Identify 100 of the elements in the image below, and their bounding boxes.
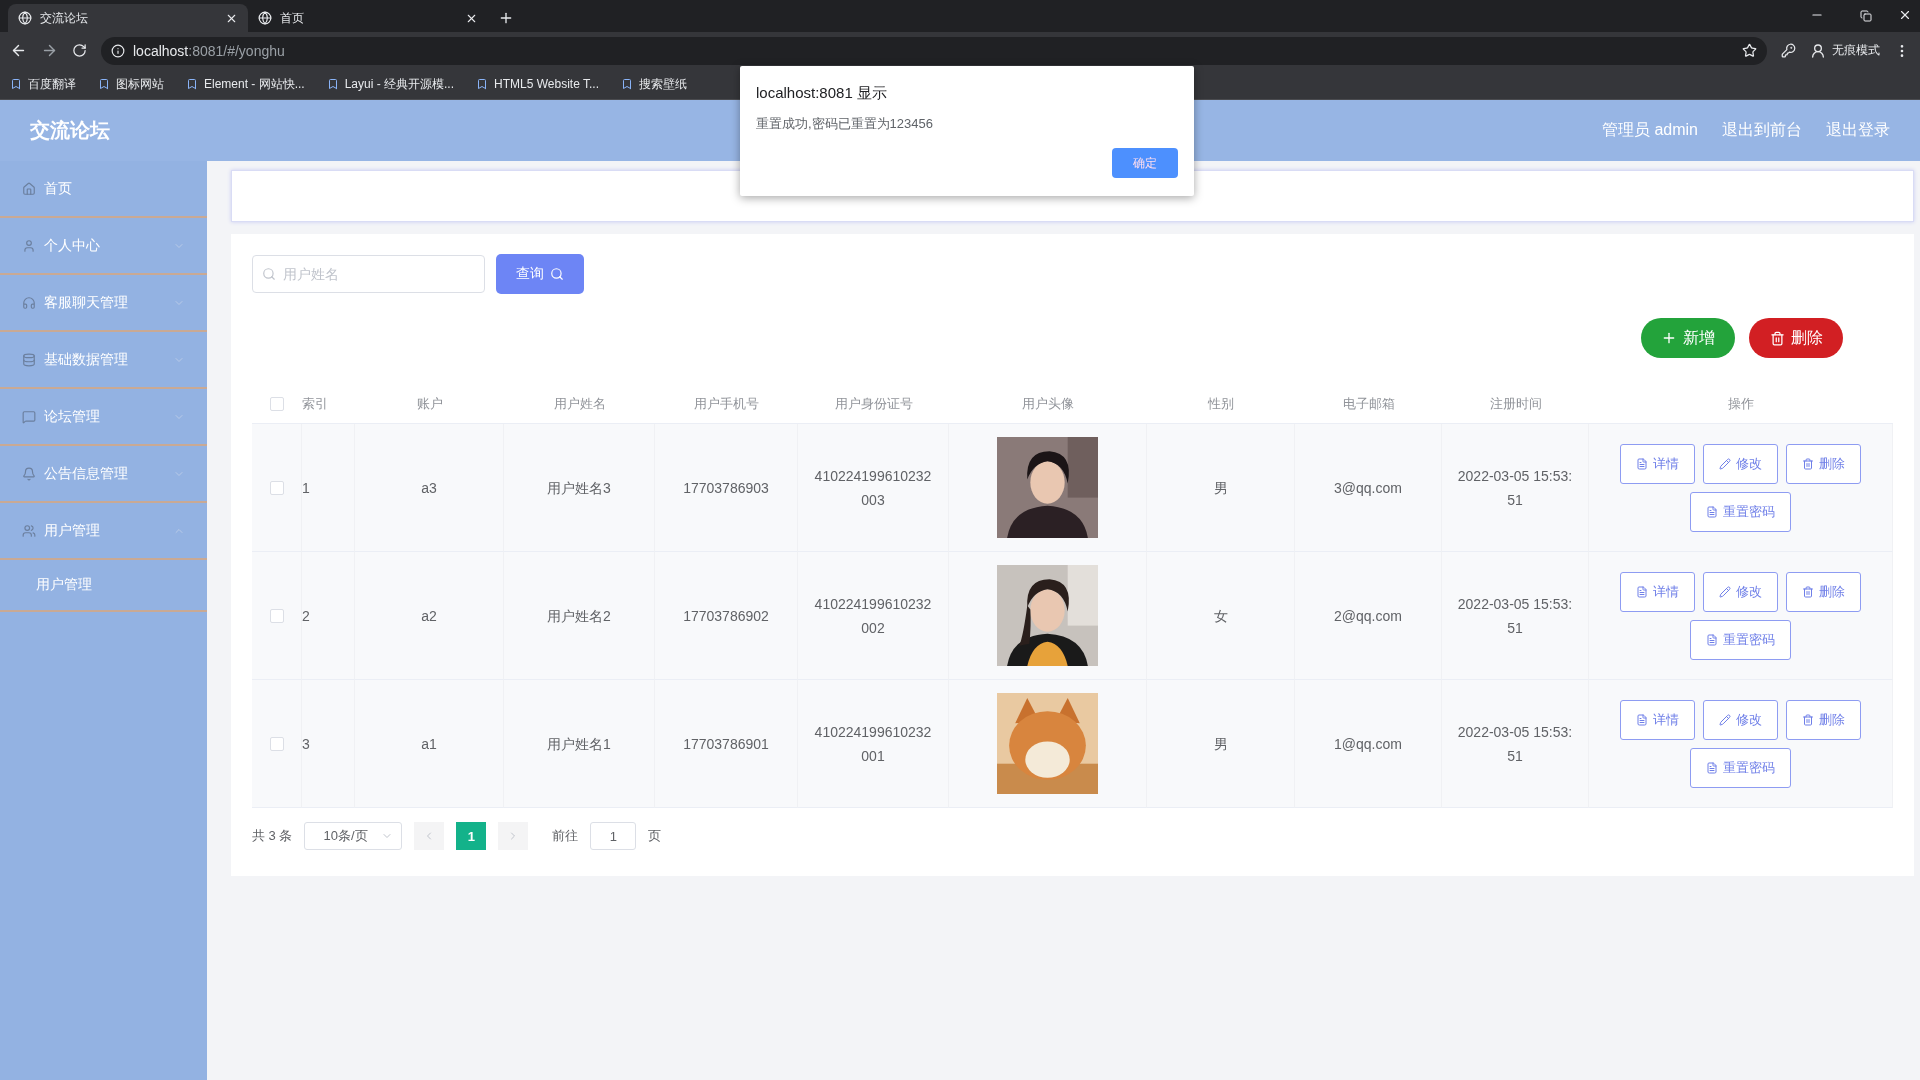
- bookmark[interactable]: Layui - 经典开源模...: [326, 75, 455, 93]
- headphones-icon: [22, 295, 36, 310]
- sidebar-item[interactable]: 公告信息管理: [0, 446, 207, 503]
- checkbox[interactable]: [270, 396, 284, 411]
- star-icon[interactable]: [1742, 43, 1757, 58]
- table-cell-text: 用户姓名2: [547, 606, 611, 626]
- users-icon: [22, 523, 36, 538]
- detail-button[interactable]: 详情: [1620, 699, 1695, 740]
- restore-icon[interactable]: [1860, 10, 1872, 22]
- trash-icon: [1802, 457, 1814, 470]
- bookmark-icon: [186, 78, 198, 90]
- header-link[interactable]: 退出到前台: [1722, 120, 1802, 141]
- user-icon: [1810, 42, 1826, 59]
- page-input[interactable]: 1: [590, 822, 637, 850]
- address-bar[interactable]: localhost:8081/#/yonghu: [101, 36, 1767, 65]
- reset-password-button[interactable]: 重置密码: [1690, 747, 1791, 788]
- goto-label: 前往: [552, 827, 579, 845]
- total-count: 共 3 条: [252, 827, 293, 845]
- globe-icon: [18, 11, 32, 25]
- ok-button[interactable]: 确定: [1112, 148, 1178, 178]
- edit-button[interactable]: 修改: [1703, 571, 1778, 612]
- user-icon: [22, 238, 36, 253]
- table-cell-text: 用户姓名1: [547, 734, 611, 754]
- dialog-message: 重置成功,密码已重置为123456: [756, 115, 934, 133]
- bookmark[interactable]: 图标网站: [98, 75, 164, 93]
- add-button[interactable]: 新增: [1641, 318, 1735, 358]
- browser-tab[interactable]: 交流论坛: [8, 4, 248, 32]
- forward-icon[interactable]: [41, 42, 58, 59]
- table-cell-text: a1: [421, 734, 437, 754]
- table-cell-text: 2022-03-05 15:53:51: [1456, 466, 1574, 510]
- sidebar-item[interactable]: 个人中心: [0, 218, 207, 275]
- reset-password-button[interactable]: 重置密码: [1690, 619, 1791, 660]
- sidebar-item[interactable]: 用户管理: [0, 503, 207, 560]
- bookmark-icon: [98, 78, 110, 90]
- bookmark[interactable]: Element - 网站快...: [186, 75, 305, 93]
- table-cell-text: 1: [302, 478, 310, 498]
- checkbox[interactable]: [269, 480, 284, 495]
- pencil-icon: [1719, 585, 1731, 598]
- delete-button[interactable]: 删除: [1749, 318, 1843, 358]
- bookmark-icon: [10, 78, 22, 90]
- info-icon: [111, 43, 125, 58]
- back-icon[interactable]: [10, 42, 27, 59]
- bookmark-icon: [476, 78, 489, 90]
- bookmark[interactable]: HTML5 Website T...: [476, 77, 599, 91]
- search-field[interactable]: 用户姓名: [252, 255, 485, 293]
- table-cell-text: 2: [302, 606, 310, 626]
- document-icon: [1706, 505, 1718, 518]
- delete-button[interactable]: 删除: [1786, 443, 1861, 484]
- table-cell-text: 17703786903: [683, 478, 769, 498]
- reload-icon[interactable]: [72, 43, 87, 58]
- table-cell-text: 410224199610232002: [813, 594, 933, 638]
- key-icon[interactable]: [1781, 43, 1796, 58]
- incognito-profile[interactable]: 无痕模式: [1810, 42, 1880, 59]
- edit-button[interactable]: 修改: [1703, 443, 1778, 484]
- header-link[interactable]: 退出登录: [1826, 120, 1890, 141]
- close-icon[interactable]: [1898, 8, 1912, 22]
- plus-icon: [1661, 330, 1677, 346]
- table-cell-text: 410224199610232003: [813, 466, 933, 510]
- table-cell-text: 2@qq.com: [1334, 606, 1402, 626]
- reset-password-button[interactable]: 重置密码: [1690, 491, 1791, 532]
- bookmark[interactable]: 百度翻译: [10, 75, 76, 93]
- browser-tab[interactable]: 首页: [248, 4, 488, 32]
- table-cell-text: a2: [421, 606, 437, 626]
- dialog-title: localhost:8081 显示: [756, 84, 888, 103]
- table-cell-text: 男: [1213, 478, 1228, 498]
- sidebar-item[interactable]: 论坛管理: [0, 389, 207, 446]
- delete-button[interactable]: 删除: [1786, 571, 1861, 612]
- pencil-icon: [1719, 457, 1731, 470]
- checkbox[interactable]: [269, 736, 284, 751]
- document-icon: [1636, 713, 1648, 726]
- home-icon: [22, 181, 36, 196]
- sidebar-item[interactable]: 首页: [0, 161, 207, 218]
- header-link[interactable]: 管理员 admin: [1601, 120, 1698, 141]
- bell-icon: [22, 466, 36, 481]
- detail-button[interactable]: 详情: [1620, 571, 1695, 612]
- detail-button[interactable]: 详情: [1620, 443, 1695, 484]
- page-button[interactable]: 1: [456, 822, 487, 850]
- delete-button[interactable]: 删除: [1786, 699, 1861, 740]
- globe-icon: [258, 11, 272, 25]
- search-icon: [550, 267, 564, 281]
- pencil-icon: [1719, 713, 1731, 726]
- sidebar-item[interactable]: 客服聊天管理: [0, 275, 207, 332]
- table-cell-text: 3: [302, 734, 310, 754]
- message-icon: [22, 409, 36, 424]
- table-cell-text: 女: [1213, 606, 1228, 626]
- checkbox[interactable]: [269, 608, 284, 623]
- table-cell-text: 410224199610232001: [813, 722, 933, 766]
- document-icon: [1636, 585, 1648, 598]
- query-button[interactable]: 查询: [496, 254, 584, 294]
- table-cell-text: a3: [421, 478, 437, 498]
- sidebar-subitem[interactable]: 用户管理: [0, 560, 207, 612]
- database-icon: [22, 352, 36, 367]
- bookmark[interactable]: 搜索壁纸: [621, 75, 687, 93]
- table-cell-text: 2022-03-05 15:53:51: [1456, 722, 1574, 766]
- document-icon: [1636, 457, 1648, 470]
- page-size-select[interactable]: 10条/页: [304, 822, 403, 850]
- new-tab-icon[interactable]: [498, 10, 514, 26]
- search-icon: [262, 267, 276, 281]
- sidebar-item[interactable]: 基础数据管理: [0, 332, 207, 389]
- edit-button[interactable]: 修改: [1703, 699, 1778, 740]
